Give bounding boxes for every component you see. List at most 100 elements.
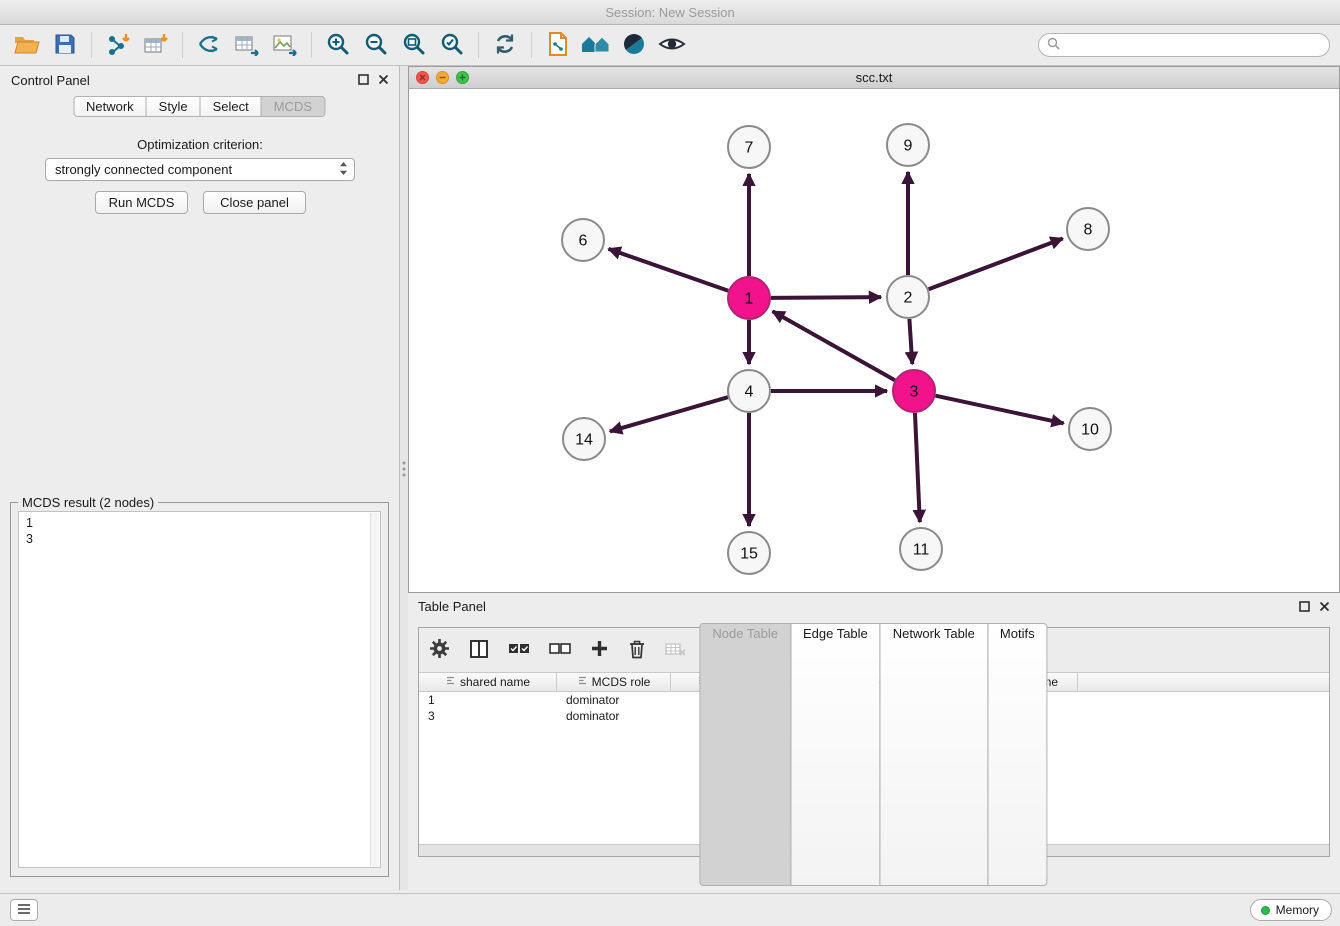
zoom-out-button[interactable] — [357, 28, 395, 62]
node-4[interactable]: 4 — [728, 370, 770, 412]
zoom-in-button[interactable] — [319, 28, 357, 62]
svg-text:8: 8 — [1084, 222, 1093, 239]
edge-3-10[interactable] — [936, 396, 1064, 424]
export-image-button[interactable] — [266, 28, 304, 62]
houses-icon — [581, 32, 611, 59]
edge-1-6[interactable] — [608, 249, 728, 291]
tab-edge-table[interactable]: Edge Table — [790, 623, 881, 886]
toolbar-separator — [531, 32, 532, 58]
column-header-MCDS-role[interactable]: MCDS role — [557, 673, 671, 691]
network-document-button[interactable] — [539, 28, 577, 62]
floppy-disk-icon — [54, 33, 76, 58]
tab-network[interactable]: Network — [73, 96, 147, 117]
save-session-button[interactable] — [46, 28, 84, 62]
apply-style-button[interactable] — [615, 28, 653, 62]
node-7[interactable]: 7 — [728, 126, 770, 168]
network-window-titlebar[interactable]: scc.txt — [409, 67, 1339, 89]
table-cell[interactable]: dominator — [557, 708, 671, 724]
tab-node-table[interactable]: Node Table — [699, 623, 791, 886]
node-15[interactable]: 15 — [728, 532, 770, 574]
edge-2-3[interactable] — [909, 319, 912, 364]
optimization-criterion-label: Optimization criterion: — [0, 137, 400, 152]
close-panel-button[interactable]: Close panel — [203, 191, 306, 214]
show-graphics-details-button[interactable] — [653, 28, 691, 62]
edge-1-2[interactable] — [771, 297, 881, 298]
table-panel-header: Table Panel — [408, 593, 1340, 619]
new-network-button[interactable] — [190, 28, 228, 62]
panel-splitter[interactable] — [400, 66, 408, 890]
svg-text:1: 1 — [745, 291, 754, 308]
node-3[interactable]: 3 — [893, 370, 935, 412]
close-panel-icon[interactable] — [1319, 600, 1330, 615]
home-view-button[interactable] — [577, 28, 615, 62]
run-mcds-button[interactable]: Run MCDS — [95, 191, 188, 214]
refresh-layout-button[interactable] — [486, 28, 524, 62]
column-label: shared name — [460, 675, 530, 689]
table-cell[interactable]: dominator — [557, 692, 671, 708]
toolbar-separator — [478, 32, 479, 58]
select-all-button[interactable] — [508, 641, 530, 660]
import-table-button[interactable] — [137, 28, 175, 62]
node-1[interactable]: 1 — [728, 277, 770, 319]
export-table-button[interactable] — [228, 28, 266, 62]
task-history-button[interactable] — [10, 899, 38, 921]
tab-mcds[interactable]: MCDS — [261, 96, 325, 117]
criterion-dropdown[interactable]: strongly connected component — [45, 158, 355, 181]
open-session-button[interactable] — [8, 28, 46, 62]
unchecked-boxes-icon — [549, 641, 571, 660]
edge-2-8[interactable] — [929, 239, 1063, 290]
result-scrollbar[interactable] — [370, 513, 379, 866]
tab-select[interactable]: Select — [200, 96, 262, 117]
zoom-out-icon — [364, 32, 388, 59]
node-14[interactable]: 14 — [563, 418, 605, 460]
window-title: Session: New Session — [605, 5, 734, 20]
svg-text:3: 3 — [910, 384, 919, 401]
zoom-fit-button[interactable] — [395, 28, 433, 62]
svg-text:7: 7 — [745, 140, 754, 157]
refresh-arrows-icon — [493, 32, 517, 59]
tab-network-table[interactable]: Network Table — [880, 623, 988, 886]
edges-layer — [608, 172, 1063, 526]
mcds-result-box[interactable]: 13 — [18, 511, 381, 868]
node-6[interactable]: 6 — [562, 219, 604, 261]
zoom-window-icon[interactable] — [456, 71, 469, 84]
tab-style[interactable]: Style — [146, 96, 201, 117]
delete-column-icon — [665, 641, 687, 660]
zoom-selected-button[interactable] — [433, 28, 471, 62]
node-10[interactable]: 10 — [1069, 408, 1111, 450]
close-window-icon[interactable] — [416, 71, 429, 84]
memory-button[interactable]: Memory — [1250, 899, 1332, 921]
node-2[interactable]: 2 — [887, 276, 929, 318]
svg-text:10: 10 — [1081, 422, 1099, 439]
unselect-all-button[interactable] — [549, 641, 571, 660]
table-settings-button[interactable] — [429, 638, 450, 662]
edge-4-14[interactable] — [610, 397, 728, 431]
table-tabs: Node TableEdge TableNetwork TableMotifs — [700, 623, 1047, 886]
search-input[interactable] — [1065, 38, 1315, 52]
table-cell[interactable]: 1 — [419, 692, 557, 708]
dropdown-stepper-icon — [339, 161, 348, 179]
svg-text:15: 15 — [740, 546, 758, 563]
delete-columns-button[interactable] — [665, 641, 687, 660]
network-canvas[interactable]: 7 9 6 8 1 2 4 3 14 10 15 11 — [409, 89, 1339, 592]
tab-motifs[interactable]: Motifs — [987, 623, 1048, 886]
float-panel-icon[interactable] — [358, 73, 369, 88]
column-header-shared-name[interactable]: shared name — [419, 673, 557, 691]
float-panel-icon[interactable] — [1299, 600, 1310, 615]
edge-3-11[interactable] — [915, 413, 920, 522]
node-9[interactable]: 9 — [887, 124, 929, 166]
node-11[interactable]: 11 — [900, 528, 942, 570]
minimize-window-icon[interactable] — [436, 71, 449, 84]
import-network-button[interactable] — [99, 28, 137, 62]
add-row-button[interactable] — [590, 639, 609, 661]
control-panel-header: Control Panel — [0, 66, 399, 94]
toolbar-search[interactable] — [1038, 33, 1330, 57]
toolbar-separator — [91, 32, 92, 58]
table-cell[interactable]: 3 — [419, 708, 557, 724]
delete-rows-button[interactable] — [628, 639, 646, 662]
close-panel-icon[interactable] — [378, 73, 389, 88]
window-titlebar[interactable]: Session: New Session — [0, 0, 1340, 25]
show-columns-button[interactable] — [469, 639, 489, 662]
edge-3-1[interactable] — [773, 311, 895, 380]
node-8[interactable]: 8 — [1067, 208, 1109, 250]
